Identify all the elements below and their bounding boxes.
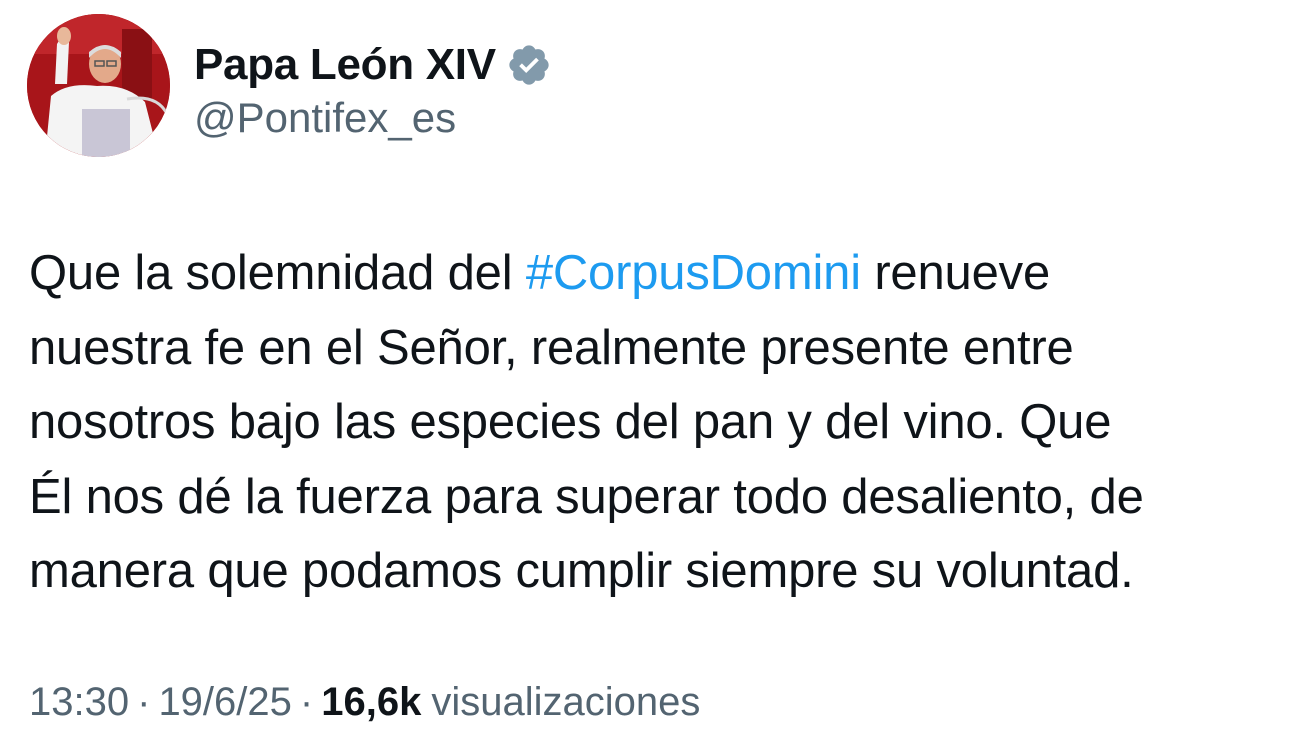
tweet-date[interactable]: 19/6/25 <box>158 680 291 725</box>
display-name[interactable]: Papa León XIV <box>194 40 496 90</box>
tweet-meta: 13:30 · 19/6/25 · 16,6k visualizaciones <box>29 680 700 725</box>
avatar-image <box>27 14 170 157</box>
author-handle[interactable]: @Pontifex_es <box>194 94 552 142</box>
views-label: visualizaciones <box>431 680 701 724</box>
meta-separator: · <box>299 680 314 724</box>
tweet-time[interactable]: 13:30 <box>29 680 129 725</box>
tweet-text-line: Que la solemnidad del #CorpusDomini renu… <box>29 236 1269 311</box>
avatar[interactable] <box>27 14 170 157</box>
tweet-text-segment: Que la solemnidad del <box>29 246 526 300</box>
author-row: Papa León XIV @Pontifex_es <box>27 14 552 157</box>
tweet-text-line: nuestra fe en el Señor, realmente presen… <box>29 320 1074 375</box>
hashtag-link[interactable]: #CorpusDomini <box>526 246 861 300</box>
verified-badge-icon <box>506 42 552 88</box>
tweet-detail: Papa León XIV @Pontifex_es Que la solemn… <box>0 0 1290 742</box>
tweet-text-segment: renueve <box>860 246 1050 300</box>
author-names: Papa León XIV @Pontifex_es <box>194 30 552 142</box>
tweet-text-line: nosotros bajo las especies del pan y del… <box>29 395 1112 449</box>
views-count[interactable]: 16,6k <box>321 680 421 725</box>
tweet-text-line: manera que podamos cumplir siempre su vo… <box>29 544 1134 598</box>
name-line: Papa León XIV <box>194 30 552 100</box>
meta-separator: · <box>137 680 151 724</box>
tweet-text: Que la solemnidad del #CorpusDomini renu… <box>29 236 1269 609</box>
tweet-text-line: Él nos dé la fuerza para superar todo de… <box>29 469 1144 524</box>
